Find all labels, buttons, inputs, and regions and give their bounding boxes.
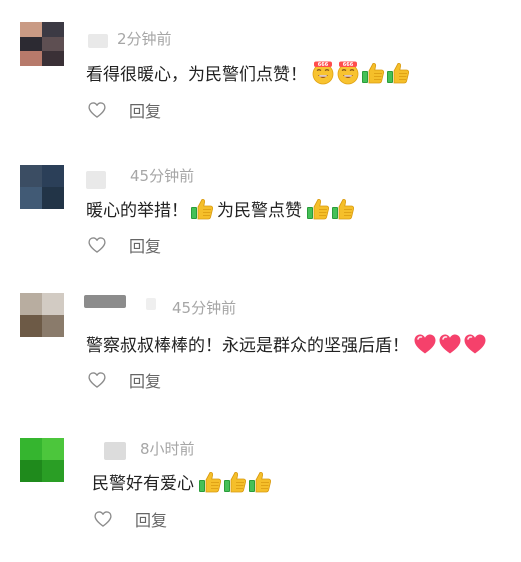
comment-actions: 回复	[87, 368, 161, 392]
emoji-group	[190, 197, 215, 221]
thumbs-up-emoji	[386, 61, 410, 85]
avatar-pixel	[42, 315, 64, 337]
heart-outline-icon[interactable]	[87, 100, 107, 120]
avatar-pixel	[42, 293, 64, 315]
comment-text: 看得很暖心，为民警们点赞！	[86, 60, 411, 85]
thumbs-up-emoji	[361, 61, 385, 85]
comment-text: 警察叔叔棒棒的！永远是群众的坚强后盾！	[86, 331, 488, 356]
avatar-pixel	[42, 36, 64, 52]
comment-list: 2分钟前 看得很暖心，为民警们点赞！ 回复 45分钟前 暖心的举措！ 为民警点赞…	[0, 0, 521, 562]
avatar-pixel	[20, 293, 42, 315]
comment-text-body: 警察叔叔棒棒的！永远是群众的坚强后盾！	[86, 336, 409, 356]
thumbs-up-emoji	[331, 197, 355, 221]
avatar[interactable]	[20, 293, 64, 337]
reply-button[interactable]: 回复	[135, 507, 167, 531]
avatar-pixel	[20, 460, 42, 482]
emoji-group	[413, 332, 488, 356]
comment-time: 8小时前	[140, 440, 195, 458]
avatar-pixel	[20, 36, 42, 52]
emoji-group	[198, 470, 273, 494]
comment-actions: 回复	[93, 507, 167, 531]
emoji-group	[306, 197, 356, 221]
username-redacted	[88, 34, 108, 48]
avatar-pixel	[42, 460, 64, 482]
grin-emoji	[336, 61, 360, 85]
comment-text-body: 民警好有爱心	[92, 474, 194, 494]
heart-emoji	[413, 332, 437, 356]
avatar-pixel	[42, 438, 64, 460]
thumbs-up-emoji	[248, 470, 272, 494]
comment-text-body: 看得很暖心，为民警们点赞！	[86, 65, 307, 85]
heart-outline-icon[interactable]	[93, 509, 113, 529]
thumbs-up-emoji	[306, 197, 330, 221]
comment-actions: 回复	[87, 98, 161, 122]
heart-outline-icon[interactable]	[87, 235, 107, 255]
avatar-pixel	[42, 187, 64, 209]
reply-button[interactable]: 回复	[129, 98, 161, 122]
grin-emoji	[311, 61, 335, 85]
comment-text: 民警好有爱心	[92, 469, 273, 494]
username-redacted	[86, 171, 106, 189]
heart-outline-icon[interactable]	[87, 370, 107, 390]
emoji-group	[311, 61, 411, 85]
username-redacted	[84, 295, 126, 308]
comment-actions: 回复	[87, 233, 161, 257]
username-redacted	[146, 298, 156, 310]
avatar[interactable]	[20, 438, 64, 482]
comment-time: 45分钟前	[172, 299, 237, 317]
avatar-pixel	[20, 187, 42, 209]
thumbs-up-emoji	[190, 197, 214, 221]
avatar-pixel	[20, 22, 42, 37]
thumbs-up-emoji	[223, 470, 247, 494]
comment-time: 45分钟前	[130, 167, 195, 185]
avatar-pixel	[20, 315, 42, 337]
avatar-pixel	[20, 51, 42, 66]
avatar-pixel	[42, 51, 64, 66]
avatar-pixel	[42, 22, 64, 37]
avatar-pixel	[20, 438, 42, 460]
heart-emoji	[463, 332, 487, 356]
thumbs-up-emoji	[198, 470, 222, 494]
comment-text-body: 为民警点赞	[217, 201, 302, 221]
avatar[interactable]	[20, 22, 64, 66]
username-redacted	[104, 442, 126, 460]
avatar-pixel	[42, 165, 64, 187]
comment-time: 2分钟前	[117, 30, 172, 48]
comment-text-body: 暖心的举措！	[86, 201, 188, 221]
heart-emoji	[438, 332, 462, 356]
reply-button[interactable]: 回复	[129, 233, 161, 257]
avatar-pixel	[20, 165, 42, 187]
reply-button[interactable]: 回复	[129, 368, 161, 392]
avatar[interactable]	[20, 165, 64, 209]
comment-text: 暖心的举措！ 为民警点赞	[86, 196, 356, 221]
